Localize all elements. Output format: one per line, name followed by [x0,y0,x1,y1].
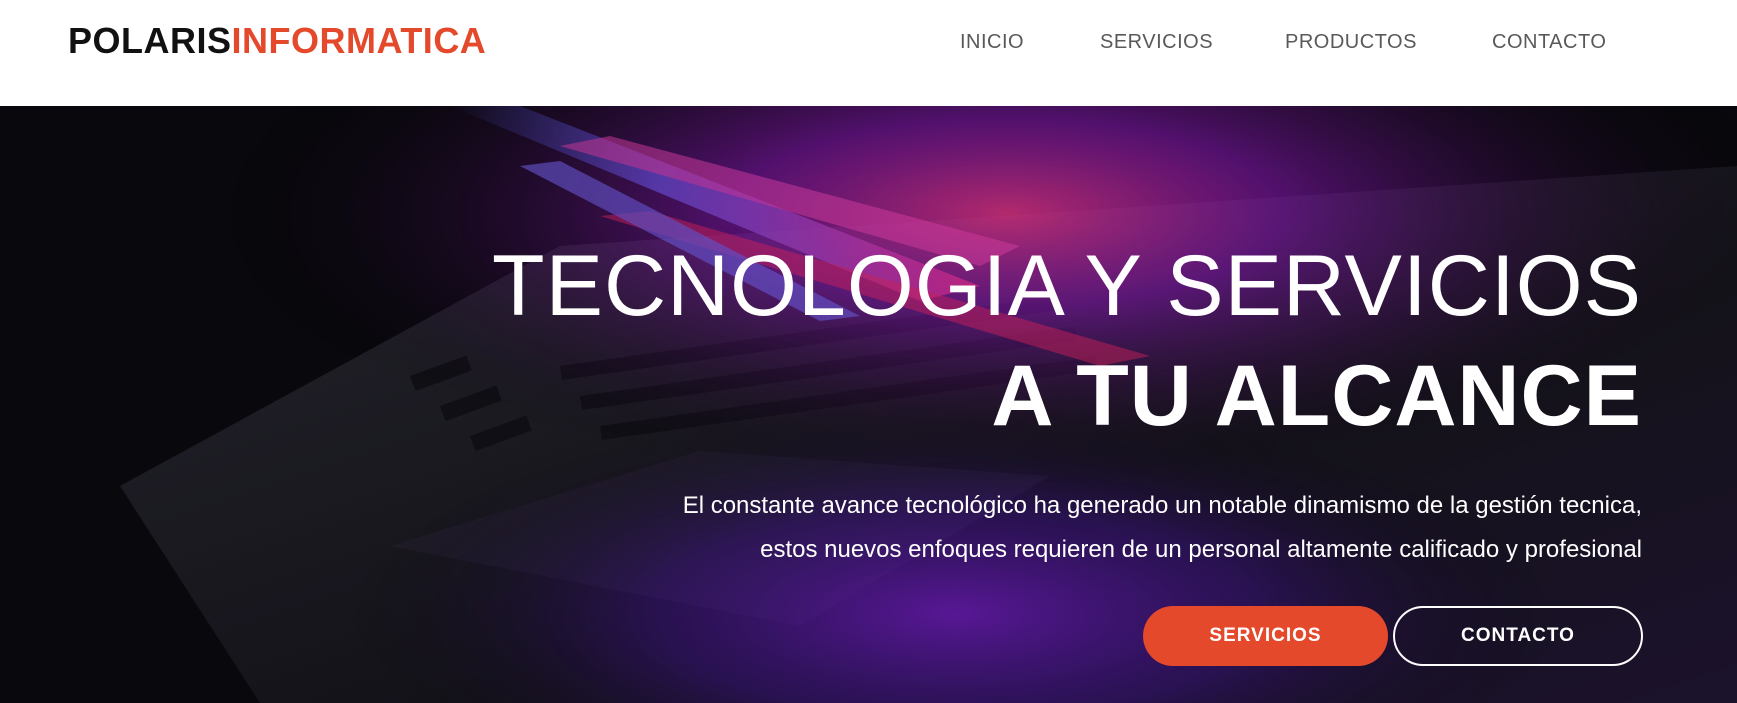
main-nav: INICIO SERVICIOS PRODUCTOS CONTACTO [0,0,1737,88]
nav-item-servicios[interactable]: SERVICIOS [1100,31,1213,54]
nav-item-productos[interactable]: PRODUCTOS [1285,31,1417,54]
hero-title-line-1: TECNOLOGIA Y SERVICIOS [492,238,1642,334]
hero-subtitle-line-1: El constante avance tecnológico ha gener… [682,492,1642,519]
servicios-button[interactable]: SERVICIOS [1143,606,1388,666]
hero-title-line-2: A TU ALCANCE [991,348,1642,444]
hero-subtitle: El constante avance tecnológico ha gener… [442,484,1642,572]
nav-item-inicio[interactable]: INICIO [960,31,1024,54]
hero-subtitle-line-2: estos nuevos enfoques requieren de un pe… [760,536,1642,563]
site-header: POLARISINFORMATICA INICIO SERVICIOS PROD… [0,0,1737,106]
nav-item-contacto[interactable]: CONTACTO [1492,31,1606,54]
hero-banner: TECNOLOGIA Y SERVICIOS A TU ALCANCE El c… [0,106,1737,703]
contacto-button[interactable]: CONTACTO [1393,606,1643,666]
